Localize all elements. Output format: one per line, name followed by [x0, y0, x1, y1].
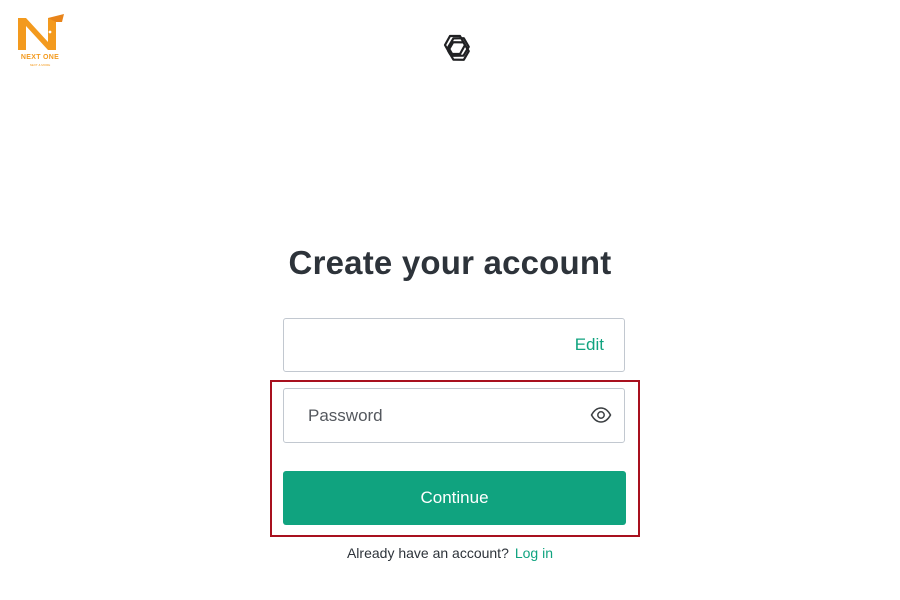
password-field-container: [283, 388, 625, 443]
watermark-name: NEXT ONE: [20, 54, 60, 61]
login-prompt-text: Already have an account?: [346, 545, 509, 561]
edit-email-link[interactable]: Edit: [575, 335, 604, 355]
watermark-tagline: NEXT & MORE: [29, 63, 51, 67]
eye-icon[interactable]: [590, 405, 612, 425]
page-title: Create your account: [288, 244, 612, 281]
email-field[interactable]: Edit: [283, 318, 625, 372]
login-prompt-row: Already have an account? Log in: [0, 545, 900, 561]
next-one-watermark: NEXT ONE NEXT & MORE: [8, 12, 72, 72]
password-input[interactable]: [284, 389, 574, 442]
continue-button[interactable]: Continue: [283, 471, 626, 525]
next-one-logo-icon: [18, 14, 64, 50]
login-link[interactable]: Log in: [515, 545, 553, 561]
openai-logo-icon: [437, 31, 473, 67]
